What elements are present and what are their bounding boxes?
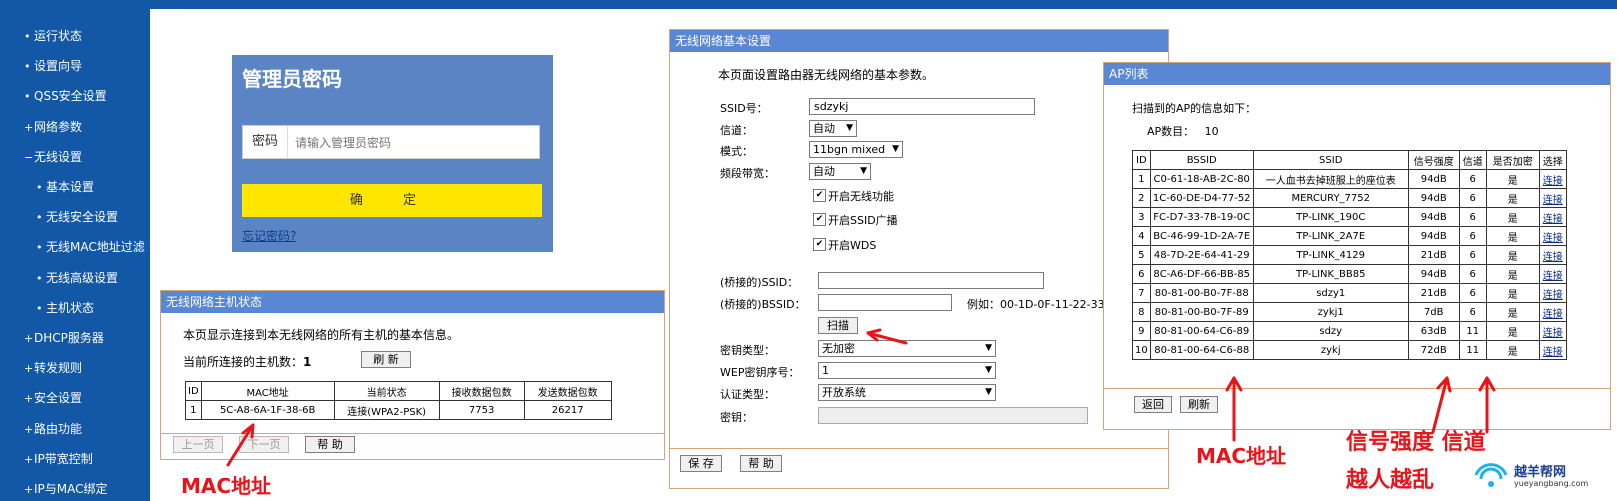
annotation-signal-channel: 信号强度 信道 <box>1346 429 1486 455</box>
arrow-icon <box>226 423 255 467</box>
wifi-logo-icon <box>1474 463 1508 487</box>
annotation-mac-left: MAC地址 <box>181 474 272 498</box>
watermark: 越羊帮网 yueyangbang.com <box>1470 455 1610 497</box>
annotation-bottom-text: 越人越乱 <box>1346 467 1435 493</box>
watermark-url: yueyangbang.com <box>1514 479 1589 488</box>
annotation-mac-right: MAC地址 <box>1196 444 1287 468</box>
watermark-text: 越羊帮网 <box>1514 465 1567 480</box>
